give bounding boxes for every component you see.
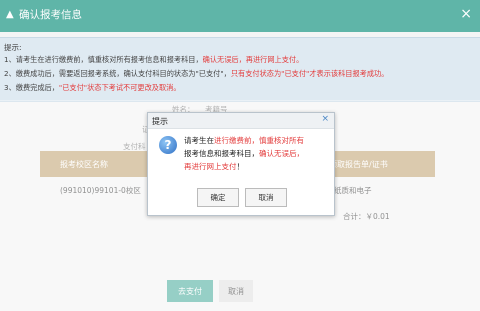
user-icon: ▲ [6,9,14,20]
dialog-message-line-2: 报考信息和报考科目，确认无误后， [184,149,304,158]
dialog-message-line-1: 请考生在进行缴费前，慎重核对所有 [184,136,304,145]
dialog-close-icon[interactable]: × [321,114,329,124]
notice-line-2: 2、缴费成功后，需要返回报考系统，确认支付科目的状态为"已支付"，只有支付状态为… [4,69,389,78]
question-icon: ? [159,136,177,154]
window-title-bar: ▲ 确认报考信息 × [0,0,480,32]
notice-heading: 提示: [4,43,22,52]
confirm-dialog: 提示 × ? 请考生在进行缴费前，慎重核对所有 报考信息和报考科目，确认无误后，… [147,112,335,216]
dialog-cancel-button[interactable]: 取消 [245,188,287,207]
dialog-ok-button[interactable]: 确定 [197,188,239,207]
window-title: 确认报考信息 [19,9,82,21]
notice-panel: 提示: 1、请考生在进行缴费前，慎重核对所有报考信息和报考科目，确认无误后，再进… [0,37,480,102]
close-icon[interactable]: × [460,6,472,22]
dialog-title-bar: 提示 × [148,113,334,129]
notice-line-3: 3、缴费完成后，"已支付"状态下考试不可更改及取消。 [4,83,181,92]
dialog-message-line-3: 再进行网上支付！ [184,162,244,171]
dialog-title: 提示 [152,117,168,126]
notice-line-1: 1、请考生在进行缴费前，慎重核对所有报考信息和报考科目，确认无误后，再进行网上支… [4,55,304,64]
